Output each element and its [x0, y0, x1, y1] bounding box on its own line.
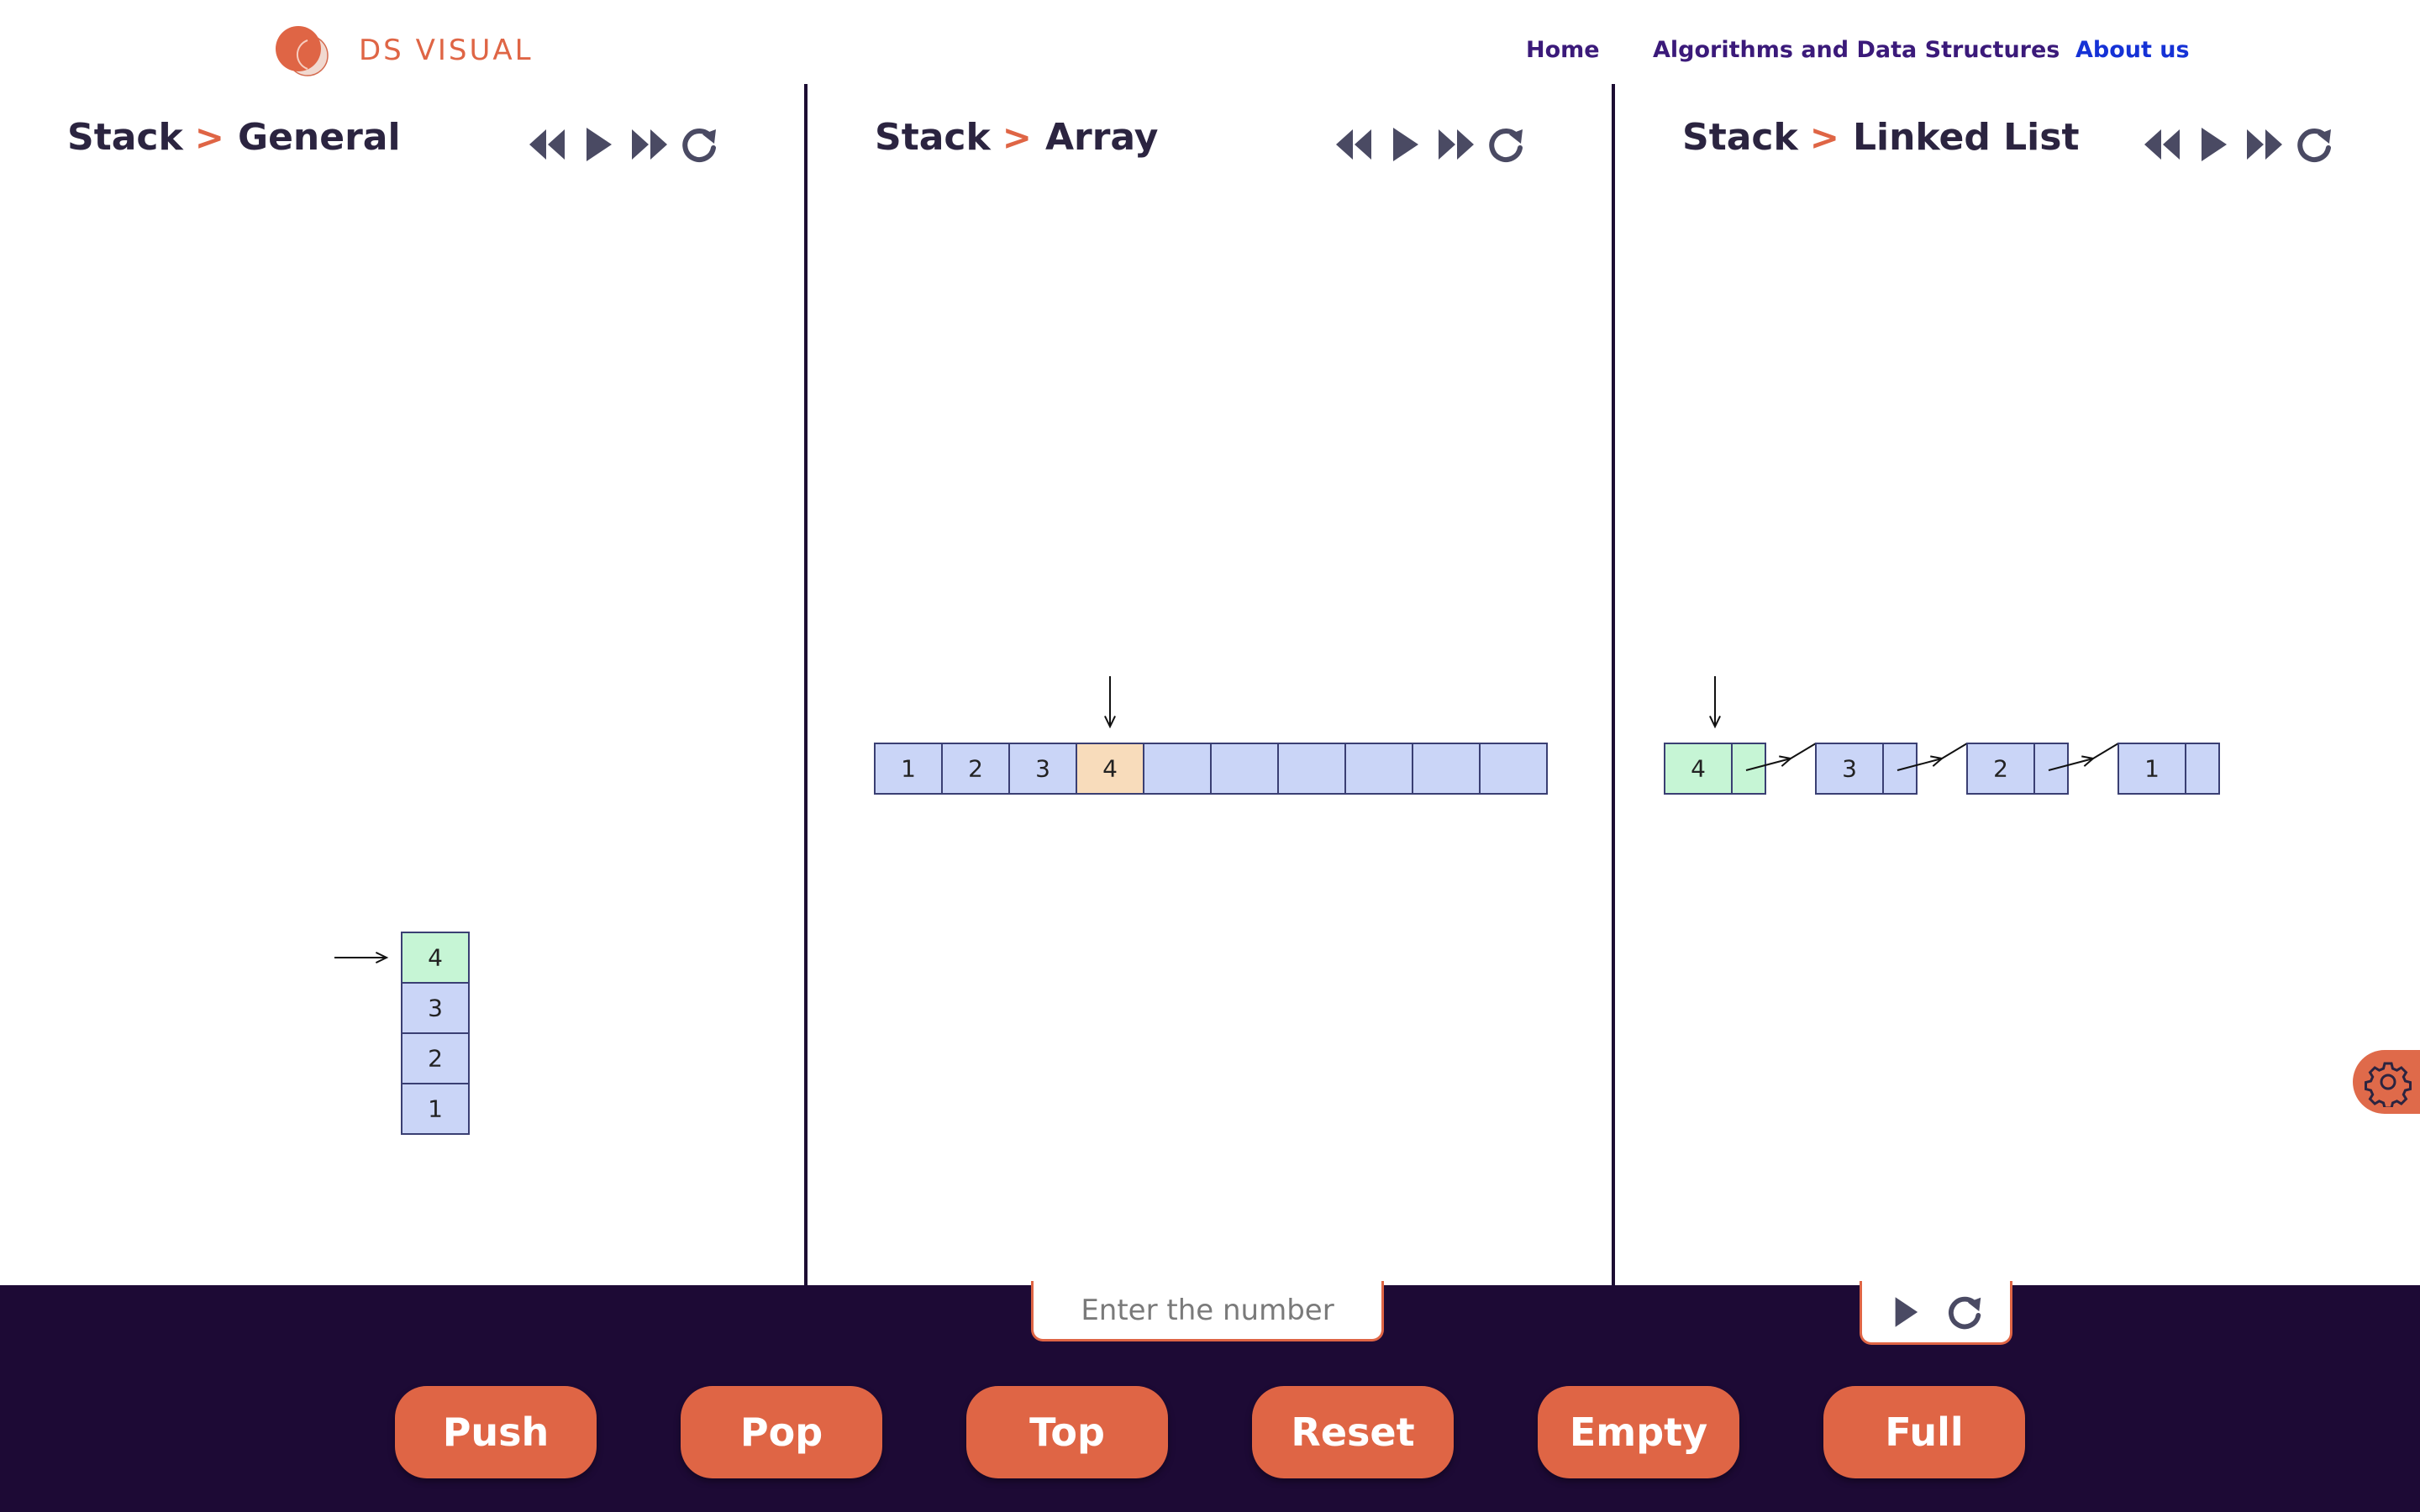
- next-pointer-line: [2092, 743, 2119, 759]
- array-cell-value: 2: [968, 755, 983, 783]
- operation-playback: [1860, 1281, 2012, 1345]
- array-cell-value: 4: [1102, 755, 1118, 783]
- empty-button[interactable]: Empty: [1538, 1386, 1739, 1478]
- stack-cell-value: 3: [428, 995, 443, 1022]
- stack-cell-value: 1: [428, 1095, 443, 1123]
- array-cell-value: 1: [901, 755, 916, 783]
- stack-cell-value: 2: [428, 1045, 443, 1073]
- list-node-value: 4: [1691, 755, 1706, 783]
- next-pointer-line: [1790, 743, 1817, 759]
- reload-icon[interactable]: [1944, 1291, 1986, 1333]
- gear-icon[interactable]: [2363, 1057, 2413, 1107]
- play-icon[interactable]: [1886, 1293, 1925, 1331]
- reset-button[interactable]: Reset: [1252, 1386, 1454, 1478]
- array-cell: [1210, 743, 1279, 795]
- array-cell: [1143, 743, 1212, 795]
- array-cell: [1277, 743, 1346, 795]
- stack-visualization: 1 2 3 4 1 2 3 4 4 3 2 1: [334, 676, 2220, 1135]
- top-button[interactable]: Top: [966, 1386, 1168, 1478]
- list-node-value: 2: [1993, 755, 2008, 783]
- list-node-value: 3: [1842, 755, 1857, 783]
- list-node-next: [1731, 743, 1766, 795]
- array-cell-value: 3: [1035, 755, 1050, 783]
- array-cell: [1344, 743, 1413, 795]
- list-node-next: [2033, 743, 2069, 795]
- full-button[interactable]: Full: [1823, 1386, 2025, 1478]
- push-button[interactable]: Push: [395, 1386, 597, 1478]
- list-node-next: [1882, 743, 1918, 795]
- settings-tab[interactable]: [2353, 1050, 2420, 1114]
- stack-cell-value: 4: [428, 944, 443, 972]
- array-cell: [1479, 743, 1548, 795]
- next-pointer-line: [1941, 743, 1968, 759]
- list-node-value: 1: [2144, 755, 2160, 783]
- number-input[interactable]: [1031, 1281, 1384, 1341]
- list-node-next: [2185, 743, 2220, 795]
- pop-button[interactable]: Pop: [681, 1386, 882, 1478]
- array-cell: [1412, 743, 1481, 795]
